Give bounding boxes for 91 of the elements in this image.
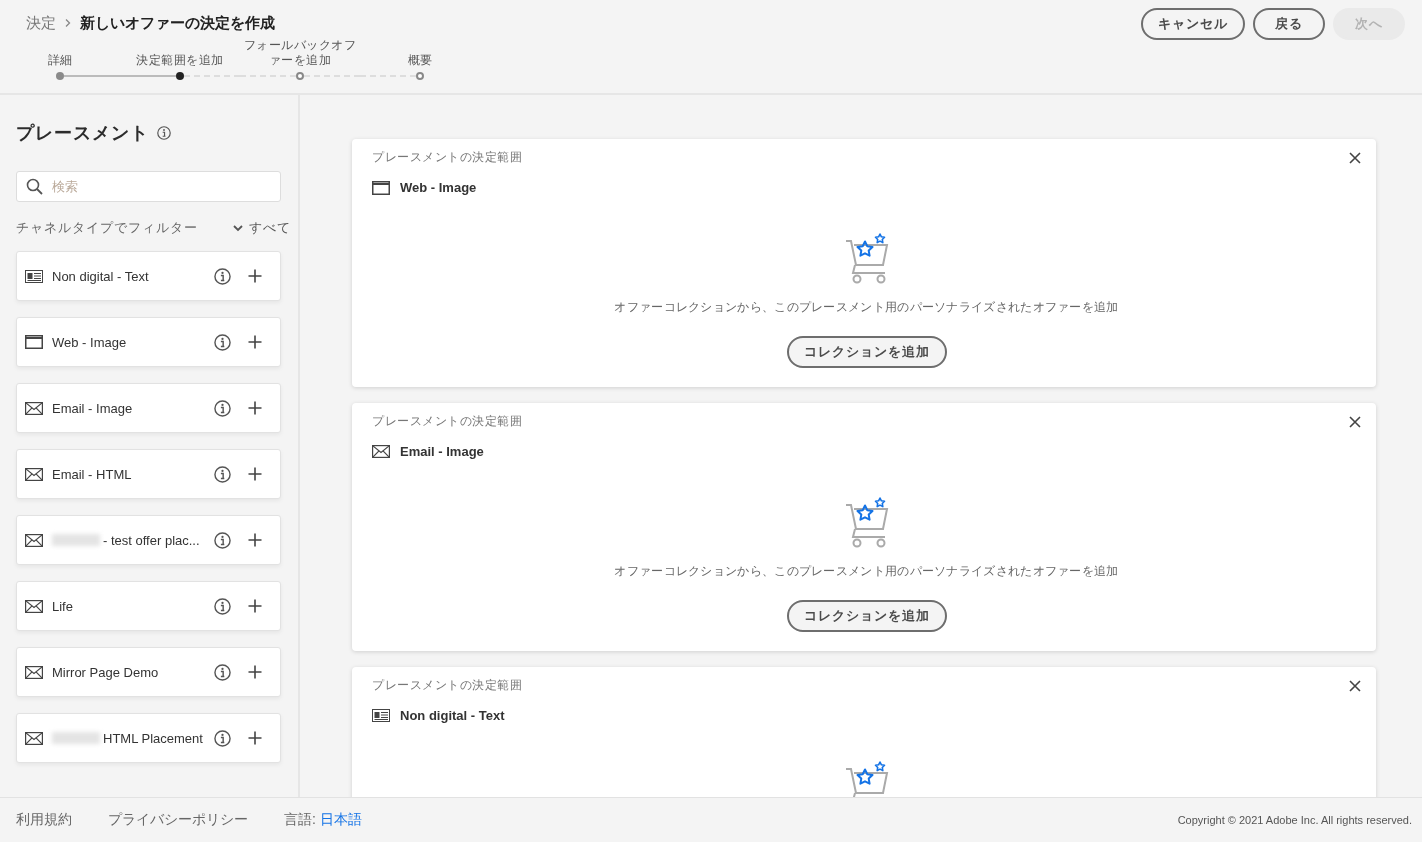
cart-with-stars-icon: [844, 497, 889, 549]
add-icon: [248, 467, 262, 481]
placement-card[interactable]: Life: [16, 581, 281, 631]
placement-name: Email - Image: [52, 400, 133, 416]
copyright-text: Copyright © 2021 Adobe Inc. All rights reserved.: [1177, 814, 1412, 826]
info-button[interactable]: [214, 729, 231, 747]
language-label: 言語:: [284, 811, 316, 829]
placement-name: - test offer plac...: [103, 532, 200, 548]
action-button[interactable]: キャンセル: [1141, 8, 1245, 40]
placement-name: HTML Placement: [103, 730, 203, 746]
newspaper-icon: [372, 709, 390, 722]
step-label: 概要: [406, 53, 434, 68]
info-button[interactable]: [214, 465, 231, 483]
envelope-icon: [372, 445, 390, 458]
close-icon: [1349, 679, 1361, 692]
step-label: フォールバックオファーを追加: [242, 38, 358, 68]
chevron-down-icon: [233, 224, 243, 232]
envelope-icon: [25, 401, 43, 415]
placement-card[interactable]: Mirror Page Demo: [16, 647, 281, 697]
action-button[interactable]: 戻る: [1253, 8, 1325, 40]
breadcrumb-link[interactable]: 決定: [26, 13, 56, 33]
info-button[interactable]: [214, 531, 231, 549]
language-link[interactable]: 日本語: [319, 811, 362, 829]
add-collection-button[interactable]: コレクションを追加: [786, 600, 947, 632]
filter-dropdown[interactable]: すべて: [233, 219, 291, 237]
step-label: 決定範囲を追加: [135, 53, 225, 68]
add-icon: [248, 335, 262, 349]
envelope-icon: [25, 665, 43, 679]
filter-label: チャネルタイプでフィルター: [16, 219, 198, 237]
chevron-right-icon: [64, 18, 72, 28]
cart-with-stars-icon: [844, 761, 889, 797]
info-button[interactable]: [214, 333, 231, 351]
cart-with-stars-icon: [844, 233, 889, 285]
scope-caption: プレースメントの決定範囲: [372, 413, 522, 430]
info-icon: [214, 267, 231, 285]
scope-caption: プレースメントの決定範囲: [372, 677, 522, 694]
placement-name: Email - HTML: [52, 466, 132, 482]
info-icon: [214, 531, 231, 549]
add-icon: [248, 665, 262, 679]
placement-card[interactable]: Non digital - Text: [16, 251, 281, 301]
close-icon: [1349, 415, 1361, 428]
add-icon: [248, 599, 262, 613]
placement-name: Non digital - Text: [52, 268, 149, 284]
footer-link[interactable]: 利用規約: [16, 811, 72, 829]
search-field[interactable]: 検索: [16, 171, 281, 202]
envelope-icon: [25, 731, 43, 745]
close-button[interactable]: [1349, 151, 1361, 164]
envelope-icon: [25, 533, 43, 547]
placement-card[interactable]: HTML Placement: [16, 713, 281, 763]
info-icon: [214, 399, 231, 417]
info-icon: [214, 729, 231, 747]
empty-message: オファーコレクションから、このプレースメント用のパーソナライズされたオファーを追加: [614, 563, 1119, 580]
info-icon: [214, 663, 231, 681]
page-title: 新しいオファーの決定を作成: [80, 13, 275, 33]
info-icon: [214, 597, 231, 615]
placement-card[interactable]: Email - Image: [16, 383, 281, 433]
scope-caption: プレースメントの決定範囲: [372, 149, 522, 166]
add-collection-button[interactable]: コレクションを追加: [786, 336, 947, 368]
placement-card[interactable]: Email - HTML: [16, 449, 281, 499]
envelope-icon: [25, 599, 43, 613]
placement-name: Email - Image: [400, 444, 484, 459]
info-button[interactable]: [214, 399, 231, 417]
close-icon: [1349, 151, 1361, 164]
info-button[interactable]: [214, 597, 231, 615]
placement-name: Web - Image: [400, 180, 477, 195]
close-button[interactable]: [1349, 679, 1361, 692]
browser-window-icon: [25, 335, 43, 349]
add-icon: [248, 731, 262, 745]
placement-name: Web - Image: [52, 334, 127, 350]
close-button[interactable]: [1349, 415, 1361, 428]
browser-window-icon: [372, 180, 390, 195]
info-icon: [157, 126, 171, 140]
placement-card[interactable]: Web - Image: [16, 317, 281, 367]
add-icon: [248, 269, 262, 283]
footer-link[interactable]: プライバシーポリシー: [108, 811, 248, 829]
placement-name: Non digital - Text: [400, 708, 505, 723]
add-icon: [248, 401, 262, 415]
add-icon: [248, 533, 262, 547]
envelope-icon: [25, 467, 43, 481]
empty-message: オファーコレクションから、このプレースメント用のパーソナライズされたオファーを追加: [614, 299, 1119, 316]
panel-title: プレースメント: [16, 122, 149, 145]
info-button[interactable]: [214, 267, 231, 285]
placement-name: Mirror Page Demo: [52, 664, 159, 680]
placement-name: Life: [52, 598, 73, 614]
step-label: 詳細: [46, 53, 74, 68]
info-icon: [214, 465, 231, 483]
info-icon: [214, 333, 231, 351]
newspaper-icon: [25, 269, 43, 283]
placement-card[interactable]: - test offer plac...: [16, 515, 281, 565]
info-button[interactable]: [214, 663, 231, 681]
search-icon: [26, 178, 43, 195]
